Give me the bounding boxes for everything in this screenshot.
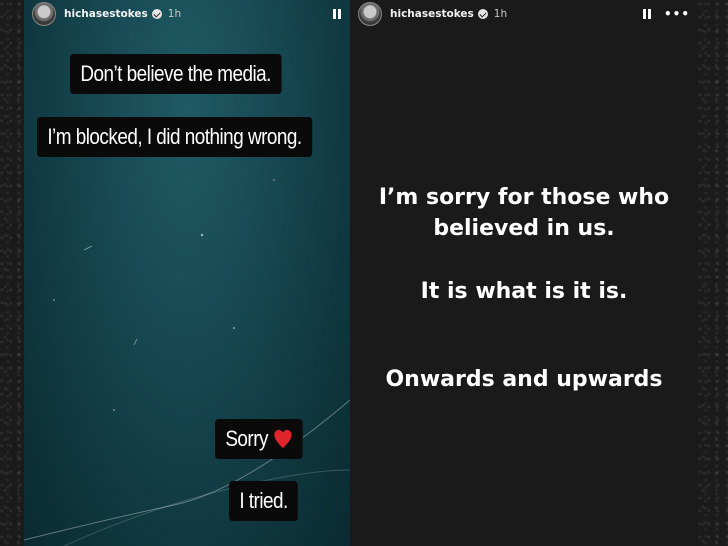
pause-icon[interactable] xyxy=(642,8,652,20)
right-story-header: hichasestokes 1h ••• xyxy=(358,2,690,26)
right-story[interactable]: hichasestokes 1h ••• I’m sorry for those… xyxy=(350,0,698,546)
left-story-header: hichasestokes 1h xyxy=(32,2,342,26)
caption-sticker: Don’t believe the media. xyxy=(70,54,282,94)
left-story[interactable]: hichasestokes 1h Don’t believe the media… xyxy=(24,0,350,546)
right-border xyxy=(698,0,728,546)
avatar[interactable] xyxy=(32,2,56,26)
avatar[interactable] xyxy=(358,2,382,26)
story-text-line: believed in us. xyxy=(433,216,615,241)
caption-sticker-with-heart: Sorry xyxy=(215,419,303,459)
caption-sticker: I tried. xyxy=(229,481,299,521)
post-time: 1h xyxy=(167,8,182,20)
verified-badge-icon xyxy=(477,9,488,19)
story-text-line: Onwards and upwards xyxy=(385,367,663,392)
username[interactable]: hichasestokes xyxy=(390,8,474,20)
post-time: 1h xyxy=(493,8,508,20)
verified-badge-icon xyxy=(151,9,162,19)
caption-sticker: I’m blocked, I did nothing wrong. xyxy=(37,117,312,157)
red-heart-icon xyxy=(273,429,292,449)
pause-icon[interactable] xyxy=(332,8,342,20)
left-border xyxy=(0,0,24,546)
story-text-line: I’m sorry for those who xyxy=(378,185,670,210)
caption-text: Sorry xyxy=(225,426,268,451)
more-options-icon[interactable]: ••• xyxy=(664,8,690,20)
username[interactable]: hichasestokes xyxy=(64,8,148,20)
story-text-line: It is what is it is. xyxy=(420,279,628,304)
